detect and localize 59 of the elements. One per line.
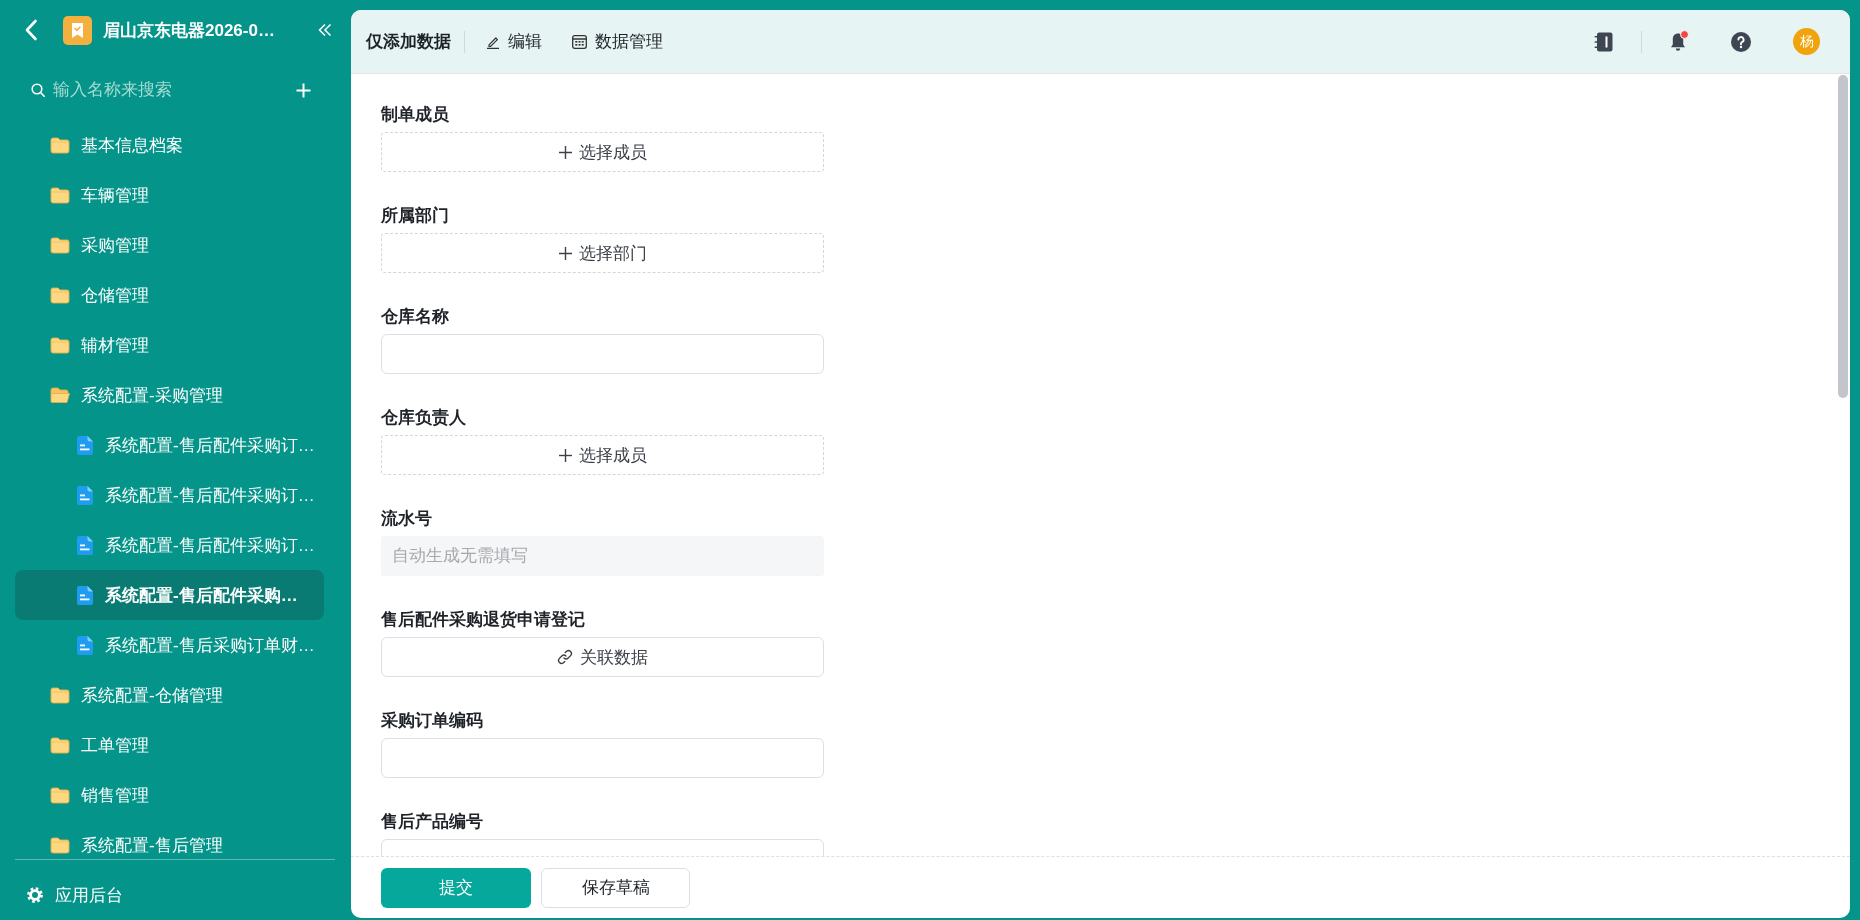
data-management-button[interactable]: 数据管理 (572, 30, 663, 53)
tree-item[interactable]: 系统配置-售后配件采购订… (15, 470, 324, 520)
search-icon (31, 83, 45, 97)
notebook-icon[interactable] (1594, 31, 1613, 52)
field-label: 仓库负责人 (381, 407, 467, 429)
tree-item[interactable]: 系统配置-售后采购订单财… (15, 620, 324, 670)
collapse-icon[interactable] (318, 23, 332, 37)
tree-item[interactable]: 基本信息档案 (15, 120, 324, 170)
document-icon (77, 435, 93, 455)
field-label: 制单成员 (381, 104, 450, 126)
readonly-field[interactable]: 自动生成无需填写 (381, 536, 824, 576)
department-picker[interactable]: 选择部门 (381, 233, 824, 273)
gear-icon (27, 887, 43, 903)
back-icon[interactable] (24, 19, 38, 41)
tree-item[interactable]: 仓储管理 (15, 270, 324, 320)
field-label: 采购订单编码 (381, 710, 484, 732)
tree-item[interactable]: 采购管理 (15, 220, 324, 270)
tree-item[interactable]: 辅材管理 (15, 320, 324, 370)
field-label: 流水号 (381, 508, 433, 530)
document-icon (77, 585, 93, 605)
link-data-button[interactable]: 关联数据 (381, 637, 824, 677)
scrollbar[interactable] (1838, 75, 1848, 398)
plus-icon (558, 145, 572, 159)
member-picker[interactable]: 选择成员 (381, 435, 824, 475)
field-label: 所属部门 (381, 205, 450, 227)
plus-icon (558, 246, 572, 260)
app-backend-link[interactable]: 应用后台 (27, 883, 123, 907)
page-title: 仅添加数据 (366, 31, 451, 53)
tree-item[interactable]: 车辆管理 (15, 170, 324, 220)
field-label: 售后配件采购退货申请登记 (381, 609, 586, 631)
document-icon (77, 535, 93, 555)
add-icon[interactable] (296, 82, 311, 98)
text-field[interactable] (381, 334, 824, 374)
tree-item[interactable]: 工单管理 (15, 720, 324, 770)
member-picker[interactable]: 选择成员 (381, 132, 824, 172)
tree-item[interactable]: 系统配置-售后配件采购订… (15, 420, 324, 470)
text-field[interactable] (381, 738, 824, 778)
tree-item[interactable]: 系统配置-售后配件采购订… (15, 520, 324, 570)
tree-item[interactable]: 系统配置-仓储管理 (15, 670, 324, 720)
field-label: 售后产品编号 (381, 811, 484, 833)
edit-button[interactable]: 编辑 (486, 30, 542, 53)
app-title: 眉山京东电器2026-0… (103, 19, 275, 42)
save-draft-button[interactable]: 保存草稿 (541, 867, 690, 908)
table-icon (572, 34, 587, 49)
bookmark-logo-icon (63, 15, 92, 45)
user-avatar[interactable]: 杨 (1793, 28, 1820, 55)
tree-item[interactable]: 系统配置-采购管理 (15, 370, 324, 420)
document-icon (77, 485, 93, 505)
field-label: 仓库名称 (381, 306, 450, 328)
pencil-icon (486, 34, 500, 49)
tree-item[interactable]: 系统配置-售后管理 (15, 820, 324, 859)
search-field[interactable]: 输入名称来搜索 (53, 76, 286, 104)
help-icon[interactable] (1731, 31, 1751, 52)
link-icon (557, 649, 573, 665)
plus-icon (558, 448, 572, 462)
tree-item[interactable]: 销售管理 (15, 770, 324, 820)
tree-item[interactable]: 系统配置-售后配件采购… (15, 570, 324, 620)
submit-button[interactable]: 提交 (381, 867, 531, 908)
document-icon (77, 635, 93, 655)
